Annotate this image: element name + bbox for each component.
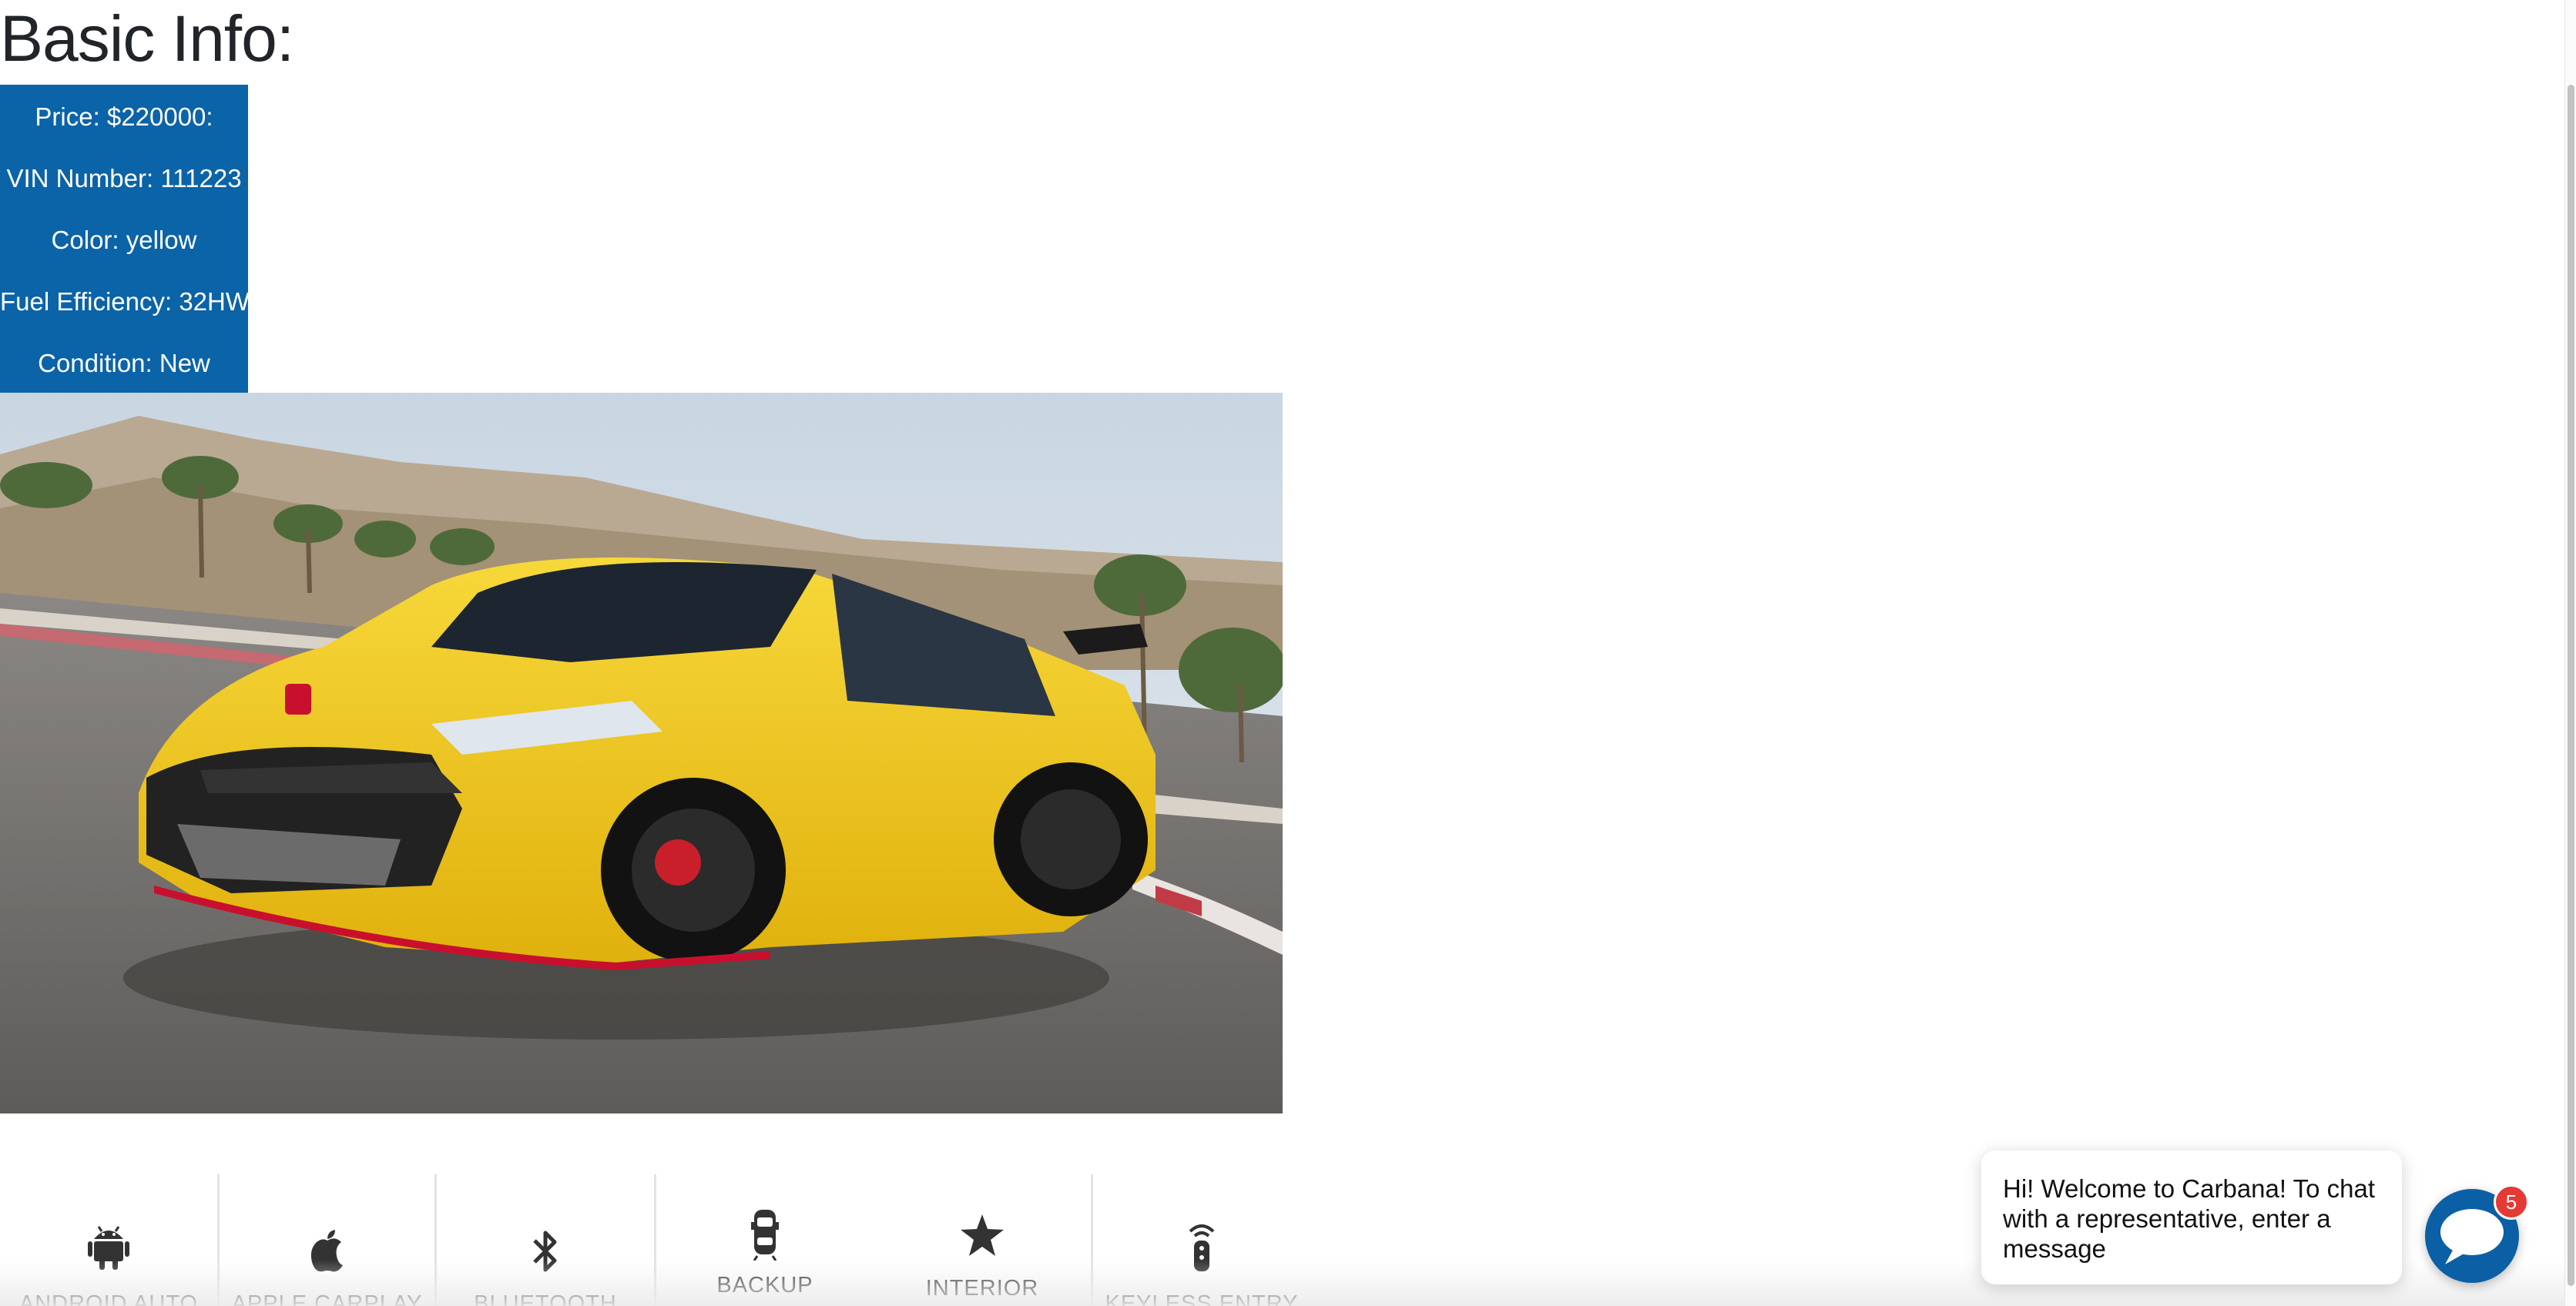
feature-label: KEYLESS ENTRY xyxy=(1105,1291,1299,1306)
feature-label: BACKUP xyxy=(716,1273,813,1298)
feature-bluetooth[interactable]: BLUETOOTH xyxy=(437,1174,654,1306)
key-fob-icon xyxy=(1184,1221,1219,1275)
android-icon xyxy=(88,1221,129,1275)
feature-label: APPLE CARPLAY xyxy=(231,1291,423,1306)
fuel-efficiency-text: Fuel Efficiency: 32HW xyxy=(0,287,248,316)
basic-info-panel: Price: $220000: VIN Number: 111223 Color… xyxy=(0,85,248,393)
star-icon xyxy=(961,1214,1004,1260)
car-photo xyxy=(0,393,1283,1113)
features-strip: ANDROID AUTO APPLE CARPLAY BLUETOOTH BAC… xyxy=(0,1174,1310,1306)
feature-interior[interactable]: INTERIOR xyxy=(874,1174,1091,1306)
feature-keyless-entry[interactable]: KEYLESS ENTRY xyxy=(1093,1174,1310,1306)
chat-welcome-message: Hi! Welcome to Carbana! To chat with a r… xyxy=(2003,1174,2376,1263)
chat-bubble-icon xyxy=(2440,1209,2504,1264)
feature-android-auto[interactable]: ANDROID AUTO xyxy=(0,1174,217,1306)
scrollbar-thumb[interactable] xyxy=(2568,85,2574,1286)
page-title: Basic Info: xyxy=(0,2,294,75)
feature-backup[interactable]: BACKUP xyxy=(656,1174,874,1306)
chat-welcome-bubble[interactable]: Hi! Welcome to Carbana! To chat with a r… xyxy=(1981,1150,2402,1284)
price-text: Price: $220000: xyxy=(35,102,213,131)
condition-text: Condition: New xyxy=(38,349,210,377)
color-text: Color: yellow xyxy=(51,226,197,254)
scrollbar[interactable] xyxy=(2564,0,2576,1306)
page: Basic Info: Price: $220000: VIN Number: … xyxy=(0,0,2576,1306)
notification-badge: 5 xyxy=(2494,1184,2529,1220)
feature-label: INTERIOR xyxy=(925,1276,1039,1301)
car-backup-icon xyxy=(750,1210,780,1264)
feature-label: ANDROID AUTO xyxy=(18,1291,199,1306)
apple-icon xyxy=(309,1230,346,1277)
bluetooth-icon xyxy=(530,1228,561,1278)
feature-label: BLUETOOTH xyxy=(474,1291,617,1306)
feature-apple-carplay[interactable]: APPLE CARPLAY xyxy=(220,1174,434,1306)
vin-text: VIN Number: 111223 xyxy=(6,164,242,193)
